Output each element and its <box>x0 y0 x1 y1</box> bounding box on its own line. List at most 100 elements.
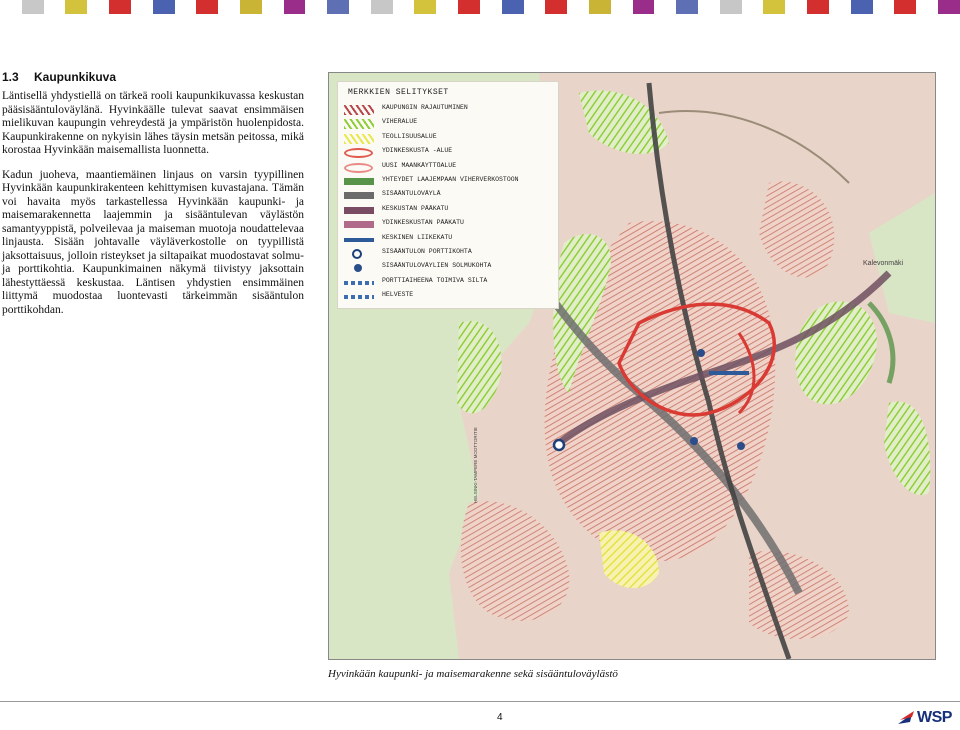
stripe-block <box>370 0 393 14</box>
map-label-rail: HELSINKI-TAMPERE MOOTTORITIE <box>473 427 478 503</box>
stripe-block <box>436 0 459 14</box>
stripe-block <box>807 0 829 14</box>
stripe-block <box>523 0 546 14</box>
legend-item-label: YDINKESKUSTAN PÄÄKATU <box>382 219 464 227</box>
stripe-block <box>43 0 66 14</box>
legend-item: KESKINEN LIIKEKATU <box>344 234 554 246</box>
stripe-block <box>174 0 197 14</box>
stripe-block <box>676 0 698 14</box>
map-figure: Kalevonmäki HELSINKI-TAMPERE MOOTTORITIE… <box>328 72 936 660</box>
stripe-block <box>0 0 22 14</box>
paragraph-1: Läntisellä yhdystiellä on tärkeä rooli k… <box>2 90 304 156</box>
stripe-block <box>21 0 44 14</box>
legend-item-label: UUSI MAANKÄYTTÖALUE <box>382 161 457 169</box>
stripe-block <box>349 0 371 14</box>
stripe-block <box>501 0 524 14</box>
dashed-blue-swatch <box>344 295 374 300</box>
legend-item: VIHERALUE <box>344 118 554 130</box>
green-hatch-swatch <box>344 119 374 130</box>
grey-band-swatch <box>344 192 374 200</box>
stripe-block <box>261 0 284 14</box>
stripe-block <box>458 0 480 14</box>
legend-item-label: KESKUSTAN PÄÄKATU <box>382 204 449 212</box>
stripe-block <box>305 0 328 14</box>
legend-item-label: SISÄÄNTULON PORTTIKOHTA <box>382 248 472 255</box>
stripe-block <box>850 0 873 14</box>
stripe-block <box>916 0 938 14</box>
legend-item: TEOLLISUUSALUE <box>344 133 554 145</box>
stripe-block <box>109 0 131 14</box>
paragraph-2: Kadun juoheva, maantiemäinen linjaus on … <box>2 168 304 316</box>
stripe-block <box>763 0 786 14</box>
legend-item-label: SISÄÄNTULOVÄYLÄ <box>382 190 441 198</box>
stripe-block <box>610 0 633 14</box>
legend-item: KESKUSTAN PÄÄKATU <box>344 205 554 217</box>
legend-item-label: YHTEYDET LAAJEMPAAN VIHERVERKOSTOON <box>382 176 519 183</box>
map-label-kalevonmaki: Kalevonmäki <box>863 260 904 267</box>
legend-item: SISÄÄNTULOVÄYLIEN SOLMUKOHTA <box>344 262 554 274</box>
legend-item: YDINKESKUSTA -ALUE <box>344 147 554 159</box>
pink-ellipse-swatch <box>344 162 373 173</box>
legend-item-label: VIHERALUE <box>382 118 418 126</box>
stripe-block <box>545 0 568 14</box>
stripe-block <box>152 0 175 14</box>
legend-item-label: TEOLLISUUSALUE <box>382 132 437 140</box>
red-ellipse-swatch <box>344 148 373 159</box>
stripe-block <box>741 0 764 14</box>
stripe-block <box>479 0 502 14</box>
stripe-block <box>698 0 720 14</box>
stripe-block <box>872 0 895 14</box>
footer-rule <box>0 701 960 702</box>
dot-marker <box>354 264 362 273</box>
wsp-logo: WSP <box>897 707 952 729</box>
target-marker <box>352 249 362 259</box>
legend-item-label: PORTTIAIHEENA TOIMIVA SILTA <box>382 276 488 284</box>
header-color-stripe <box>0 0 960 14</box>
stripe-block <box>87 0 110 14</box>
wsp-logo-text: WSP <box>917 709 952 726</box>
stripe-block <box>828 0 851 14</box>
red-hatch-swatch <box>344 105 374 115</box>
legend-item-label: KESKINEN LIIKEKATU <box>382 233 453 241</box>
figure-caption: Hyvinkään kaupunki- ja maisemarakenne se… <box>328 668 618 680</box>
legend-item: UUSI MAANKÄYTTÖALUE <box>344 162 554 174</box>
section-number: 1.3 <box>2 70 19 84</box>
legend-item: HELVESTE <box>344 291 554 303</box>
stripe-block <box>65 0 88 14</box>
legend-item: SISÄÄNTULON PORTTIKOHTA <box>344 248 554 260</box>
section-title: Kaupunkikuva <box>34 70 117 84</box>
legend-item-label: KAUPUNGIN RAJAUTUMINEN <box>382 104 468 111</box>
stripe-block <box>632 0 655 14</box>
wsp-logo-icon <box>898 711 914 724</box>
map-legend: MERKKIEN SELITYKSET KAUPUNGIN RAJAUTUMIN… <box>337 81 559 309</box>
legend-item-label: YDINKESKUSTA -ALUE <box>382 147 453 155</box>
page-number: 4 <box>497 712 503 723</box>
dashed-blue-swatch <box>344 280 374 285</box>
green-band-swatch <box>344 178 374 185</box>
stripe-block <box>654 0 677 14</box>
mauve-band-swatch <box>344 221 374 229</box>
text-section: 1.3 Kaupunkikuva Läntisellä yhdystiellä o… <box>2 70 304 328</box>
stripe-block <box>196 0 219 14</box>
stripe-block <box>588 0 611 14</box>
legend-item: YDINKESKUSTAN PÄÄKATU <box>344 219 554 231</box>
yellow-hatch-swatch <box>344 133 374 144</box>
stripe-block <box>894 0 917 14</box>
stripe-block <box>327 0 349 14</box>
stripe-block <box>218 0 240 14</box>
stripe-block <box>785 0 808 14</box>
stripe-block <box>414 0 437 14</box>
stripe-block <box>567 0 589 14</box>
legend-item: SISÄÄNTULOVÄYLÄ <box>344 190 554 202</box>
stripe-block <box>239 0 262 14</box>
legend-item: PORTTIAIHEENA TOIMIVA SILTA <box>344 277 554 289</box>
section-heading: 1.3 Kaupunkikuva <box>2 70 304 84</box>
legend-item-label: SISÄÄNTULOVÄYLIEN SOLMUKOHTA <box>382 262 492 270</box>
blue-bar-swatch <box>344 237 374 242</box>
stripe-block <box>719 0 742 14</box>
stripe-block <box>130 0 153 14</box>
legend-item: KAUPUNGIN RAJAUTUMINEN <box>344 104 554 116</box>
purple-band-swatch <box>344 206 374 214</box>
stripe-block <box>392 0 415 14</box>
legend-title: MERKKIEN SELITYKSET <box>348 88 449 97</box>
